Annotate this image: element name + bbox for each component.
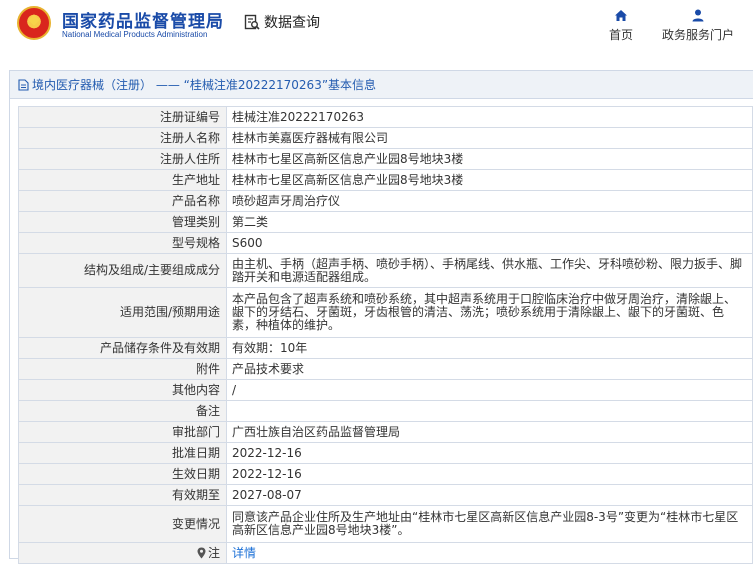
table-row: 产品储存条件及有效期 有效期：10年 [18,337,753,359]
row-label: 产品储存条件及有效期 [18,337,227,359]
data-query-label: 数据查询 [264,15,320,31]
row-value: S600 [226,232,753,254]
row-value: 2027-08-07 [226,484,753,506]
nav-home-label: 首页 [609,28,634,42]
table-row: 审批部门 广西壮族自治区药品监督管理局 [18,421,753,443]
table-row: 注册人住所 桂林市七星区高新区信息产业园8号地块3楼 [18,148,753,170]
note-label-cell: 注 [18,542,227,564]
row-value: 本产品包含了超声系统和喷砂系统，其中超声系统用于口腔临床治疗中做牙周治疗，清除龈… [226,287,753,338]
nav-home[interactable]: 首页 [609,9,633,43]
pin-icon [197,547,206,558]
details-link[interactable]: 详情 [232,546,256,560]
panel-title: 境内医疗器械（注册） —— “桂械注准20222170263”基本信息 [32,78,377,92]
table-row: 产品名称 喷砂超声牙周治疗仪 [18,190,753,212]
row-label: 变更情况 [18,505,227,543]
row-value: 第二类 [226,211,753,233]
table-row: 注册证编号 桂械注准20222170263 [18,106,753,128]
row-label: 注册人住所 [18,148,227,170]
row-label: 批准日期 [18,442,227,464]
row-label: 有效期至 [18,484,227,506]
row-label: 型号规格 [18,232,227,254]
row-label: 产品名称 [18,190,227,212]
national-emblem-icon [17,6,51,40]
table-row: 有效期至 2027-08-07 [18,484,753,506]
table-row: 其他内容 / [18,379,753,401]
brand-title[interactable]: 国家药品监督管理局 [62,7,224,32]
row-value: 有效期：10年 [226,337,753,359]
row-label: 注册人名称 [18,127,227,149]
table-row: 注册人名称 桂林市美嘉医疗器械有限公司 [18,127,753,149]
row-label: 其他内容 [18,379,227,401]
document-icon [18,78,29,91]
row-value: 产品技术要求 [226,358,753,380]
row-value: 桂林市美嘉医疗器械有限公司 [226,127,753,149]
table-row: 结构及组成/主要组成成分 由主机、手柄（超声手柄、喷砂手柄）、手柄尾线、供水瓶、工… [18,253,753,288]
row-value: 由主机、手柄（超声手柄、喷砂手柄）、手柄尾线、供水瓶、工作尖、牙科喷砂粉、限力扳… [226,253,753,288]
row-label: 备注 [18,400,227,422]
search-document-icon [244,14,260,30]
table-row: 型号规格 S600 [18,232,753,254]
row-label: 生效日期 [18,463,227,485]
row-value [226,400,753,422]
data-query-link[interactable]: 数据查询 [244,12,320,32]
table-row: 适用范围/预期用途 本产品包含了超声系统和喷砂系统，其中超声系统用于口腔临床治疗中… [18,287,753,338]
table-row: 批准日期 2022-12-16 [18,442,753,464]
row-value: 桂林市七星区高新区信息产业园8号地块3楼 [226,169,753,191]
nav-services-label: 政务服务门户 [662,28,735,42]
row-value: 2022-12-16 [226,442,753,464]
table-row: 管理类别 第二类 [18,211,753,233]
row-label: 附件 [18,358,227,380]
table-row: 生效日期 2022-12-16 [18,463,753,485]
nav-services[interactable]: 政务服务门户 [662,9,734,43]
table-row: 变更情况 同意该产品企业住所及生产地址由“桂林市七星区高新区信息产业园8-3号”变… [18,505,753,543]
user-icon [692,9,704,22]
table-row: 附件 产品技术要求 [18,358,753,380]
row-value: 桂械注准20222170263 [226,106,753,128]
row-label: 注册证编号 [18,106,227,128]
row-value: 同意该产品企业住所及生产地址由“桂林市七星区高新区信息产业园8-3号”变更为“桂… [226,505,753,543]
table-row: 注 详情 [18,542,753,564]
row-label: 管理类别 [18,211,227,233]
row-value: 广西壮族自治区药品监督管理局 [226,421,753,443]
table-row: 生产地址 桂林市七星区高新区信息产业园8号地块3楼 [18,169,753,191]
home-icon [615,10,627,21]
row-value: 桂林市七星区高新区信息产业园8号地块3楼 [226,148,753,170]
registration-detail-table: 注册证编号 桂械注准20222170263 注册人名称 桂林市美嘉医疗器械有限公司 … [18,106,753,564]
row-value: 2022-12-16 [226,463,753,485]
details-cell: 详情 [226,542,753,564]
table-row: 备注 [18,400,753,422]
row-value: / [226,379,753,401]
row-value: 喷砂超声牙周治疗仪 [226,190,753,212]
row-label: 审批部门 [18,421,227,443]
note-label: 注 [207,545,220,560]
site-header: 国家药品监督管理局 National Medical Products Admi… [0,0,753,66]
row-label: 适用范围/预期用途 [18,287,227,338]
brand-subtitle: National Medical Products Administration [62,30,208,39]
panel-title-bar: 境内医疗器械（注册） —— “桂械注准20222170263”基本信息 [10,71,753,99]
row-label: 结构及组成/主要组成成分 [18,253,227,288]
row-label: 生产地址 [18,169,227,191]
